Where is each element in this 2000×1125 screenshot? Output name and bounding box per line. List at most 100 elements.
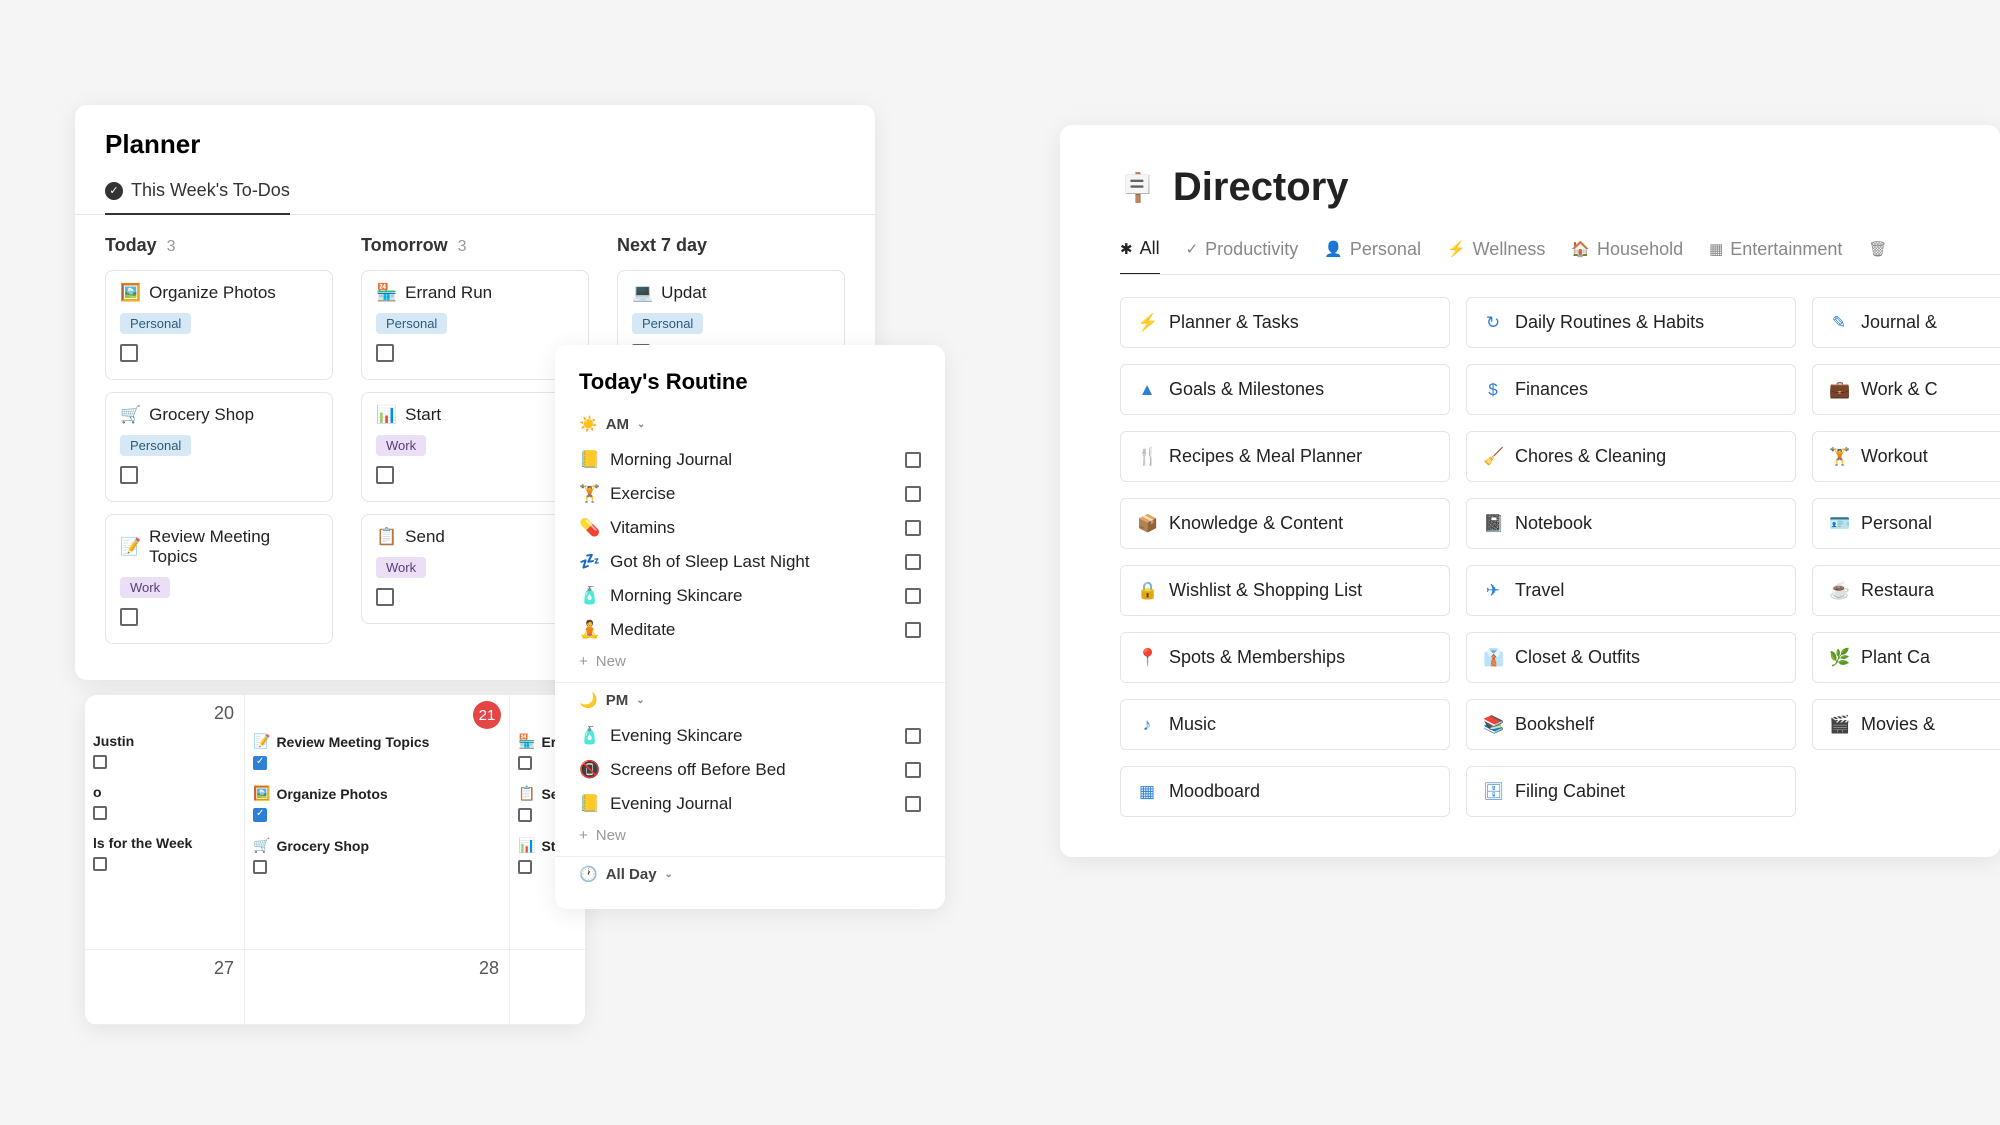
task-checkbox[interactable] [120, 608, 138, 626]
calendar-event[interactable]: ls for the Week [93, 835, 236, 851]
routine-checkbox[interactable] [905, 554, 921, 570]
routine-item[interactable]: 🏋️ Exercise [579, 477, 921, 511]
event-checkbox[interactable] [253, 808, 267, 822]
directory-tab[interactable]: ⚡Wellness [1447, 230, 1545, 274]
event-checkbox[interactable] [518, 860, 532, 874]
directory-item[interactable]: ▦Moodboard [1120, 766, 1450, 817]
routine-item[interactable]: 💊 Vitamins [579, 511, 921, 545]
directory-item[interactable]: ↻Daily Routines & Habits [1466, 297, 1796, 348]
event-checkbox[interactable] [93, 806, 107, 820]
calendar-event[interactable]: 🛒Grocery Shop [253, 837, 501, 854]
routine-item[interactable]: 📵 Screens off Before Bed [579, 753, 921, 787]
routine-emoji-icon: 💤 [579, 552, 600, 572]
routine-item[interactable]: 🧴 Evening Skincare [579, 719, 921, 753]
calendar-cell[interactable]: 20Justinols for the Week [85, 695, 245, 950]
routine-am-header[interactable]: ☀️ AM ⌄ [555, 409, 945, 439]
directory-item[interactable]: 🧹Chores & Cleaning [1466, 431, 1796, 482]
task-card[interactable]: 🖼️ Organize Photos Personal [105, 270, 333, 380]
task-checkbox[interactable] [120, 466, 138, 484]
directory-item[interactable]: 🔒Wishlist & Shopping List [1120, 565, 1450, 616]
tab-this-week[interactable]: ✓ This Week's To-Dos [105, 172, 290, 215]
routine-emoji-icon: 📵 [579, 760, 600, 780]
routine-checkbox[interactable] [905, 796, 921, 812]
directory-item[interactable]: ♪ Music [1120, 699, 1450, 750]
task-card[interactable]: 📝 Review Meeting Topics Work [105, 514, 333, 644]
directory-item[interactable]: 👔Closet & Outfits [1466, 632, 1796, 683]
event-checkbox[interactable] [93, 857, 107, 871]
directory-item[interactable]: ✎Journal & [1812, 297, 2000, 348]
directory-tab[interactable]: ✓Productivity [1186, 230, 1299, 274]
event-checkbox[interactable] [253, 756, 267, 770]
task-checkbox[interactable] [376, 466, 394, 484]
routine-item[interactable]: 💤 Got 8h of Sleep Last Night [579, 545, 921, 579]
routine-allday-header[interactable]: 🕐 All Day ⌄ [555, 859, 945, 889]
directory-item[interactable]: 📍Spots & Memberships [1120, 632, 1450, 683]
column-header: Today3 [105, 235, 333, 256]
directory-item[interactable]: 💼Work & C [1812, 364, 2000, 415]
task-checkbox[interactable] [376, 344, 394, 362]
directory-item[interactable]: 🍴Recipes & Meal Planner [1120, 431, 1450, 482]
item-label: Recipes & Meal Planner [1169, 446, 1362, 467]
directory-tab[interactable]: 🏠Household [1571, 230, 1683, 274]
item-icon: 🏋 [1829, 447, 1849, 467]
directory-item[interactable]: $Finances [1466, 364, 1796, 415]
routine-checkbox[interactable] [905, 486, 921, 502]
directory-item[interactable]: ⚡Planner & Tasks [1120, 297, 1450, 348]
calendar-event[interactable]: 🖼️Organize Photos [253, 785, 501, 802]
calendar-cell[interactable]: 28 [245, 950, 510, 1025]
directory-item[interactable]: 📦Knowledge & Content [1120, 498, 1450, 549]
routine-card: Today's Routine ☀️ AM ⌄ 📒 Morning Journa… [555, 345, 945, 909]
routine-checkbox[interactable] [905, 588, 921, 604]
task-card[interactable]: 🛒 Grocery Shop Personal [105, 392, 333, 502]
item-label: Music [1169, 714, 1216, 735]
event-checkbox[interactable] [93, 755, 107, 769]
calendar-cell[interactable]: 21📝Review Meeting Topics🖼️Organize Photo… [245, 695, 510, 950]
directory-tab[interactable]: ✱All [1120, 230, 1160, 275]
calendar-cell[interactable]: 27 [85, 950, 245, 1025]
routine-pm-header[interactable]: 🌙 PM ⌄ [555, 685, 945, 715]
task-checkbox[interactable] [120, 344, 138, 362]
calendar-event[interactable]: Justin [93, 733, 236, 749]
directory-item[interactable]: 🎬Movies & [1812, 699, 2000, 750]
directory-item[interactable]: 🗄Filing Cabinet [1466, 766, 1796, 817]
directory-item[interactable]: 🪪Personal [1812, 498, 2000, 549]
directory-tab[interactable]: ▦Entertainment [1709, 230, 1842, 274]
directory-item[interactable]: 🌿Plant Ca [1812, 632, 2000, 683]
routine-checkbox[interactable] [905, 762, 921, 778]
directory-tab[interactable]: 👤Personal [1324, 230, 1421, 274]
directory-item[interactable]: ☕Restaura [1812, 565, 2000, 616]
tab-label: Household [1597, 239, 1683, 260]
calendar-event[interactable]: o [93, 784, 236, 800]
task-label: Start [405, 405, 441, 425]
event-checkbox[interactable] [253, 860, 267, 874]
task-label: Send [405, 527, 445, 547]
directory-item[interactable]: 📚Bookshelf [1466, 699, 1796, 750]
routine-item[interactable]: 🧴 Morning Skincare [579, 579, 921, 613]
routine-new-am[interactable]: + New [555, 647, 945, 680]
directory-item[interactable]: 🏋Workout [1812, 431, 2000, 482]
event-checkbox[interactable] [518, 808, 532, 822]
directory-item[interactable]: ▲Goals & Milestones [1120, 364, 1450, 415]
routine-checkbox[interactable] [905, 452, 921, 468]
clock-icon: 🕐 [579, 865, 598, 883]
event-checkbox[interactable] [518, 756, 532, 770]
task-checkbox[interactable] [376, 588, 394, 606]
directory-item[interactable]: ✈Travel [1466, 565, 1796, 616]
calendar-cell[interactable] [510, 950, 585, 1025]
chevron-down-icon: ⌄ [637, 419, 645, 430]
routine-checkbox[interactable] [905, 622, 921, 638]
calendar-grid: 20Justinols for the Week21📝Review Meetin… [85, 695, 585, 1025]
routine-checkbox[interactable] [905, 520, 921, 536]
directory-item[interactable]: 📓Notebook [1466, 498, 1796, 549]
routine-new-pm[interactable]: + New [555, 821, 945, 854]
item-icon: ♪ [1137, 715, 1157, 735]
routine-item[interactable]: 🧘 Meditate [579, 613, 921, 647]
routine-item[interactable]: 📒 Evening Journal [579, 787, 921, 821]
calendar-event[interactable]: 📝Review Meeting Topics [253, 733, 501, 750]
routine-label: Evening Journal [610, 794, 732, 814]
routine-checkbox[interactable] [905, 728, 921, 744]
routine-item[interactable]: 📒 Morning Journal [579, 443, 921, 477]
directory-tab[interactable]: 🗑 [1868, 230, 1894, 274]
event-emoji-icon: 📊 [518, 837, 535, 854]
plus-icon: + [579, 653, 588, 670]
